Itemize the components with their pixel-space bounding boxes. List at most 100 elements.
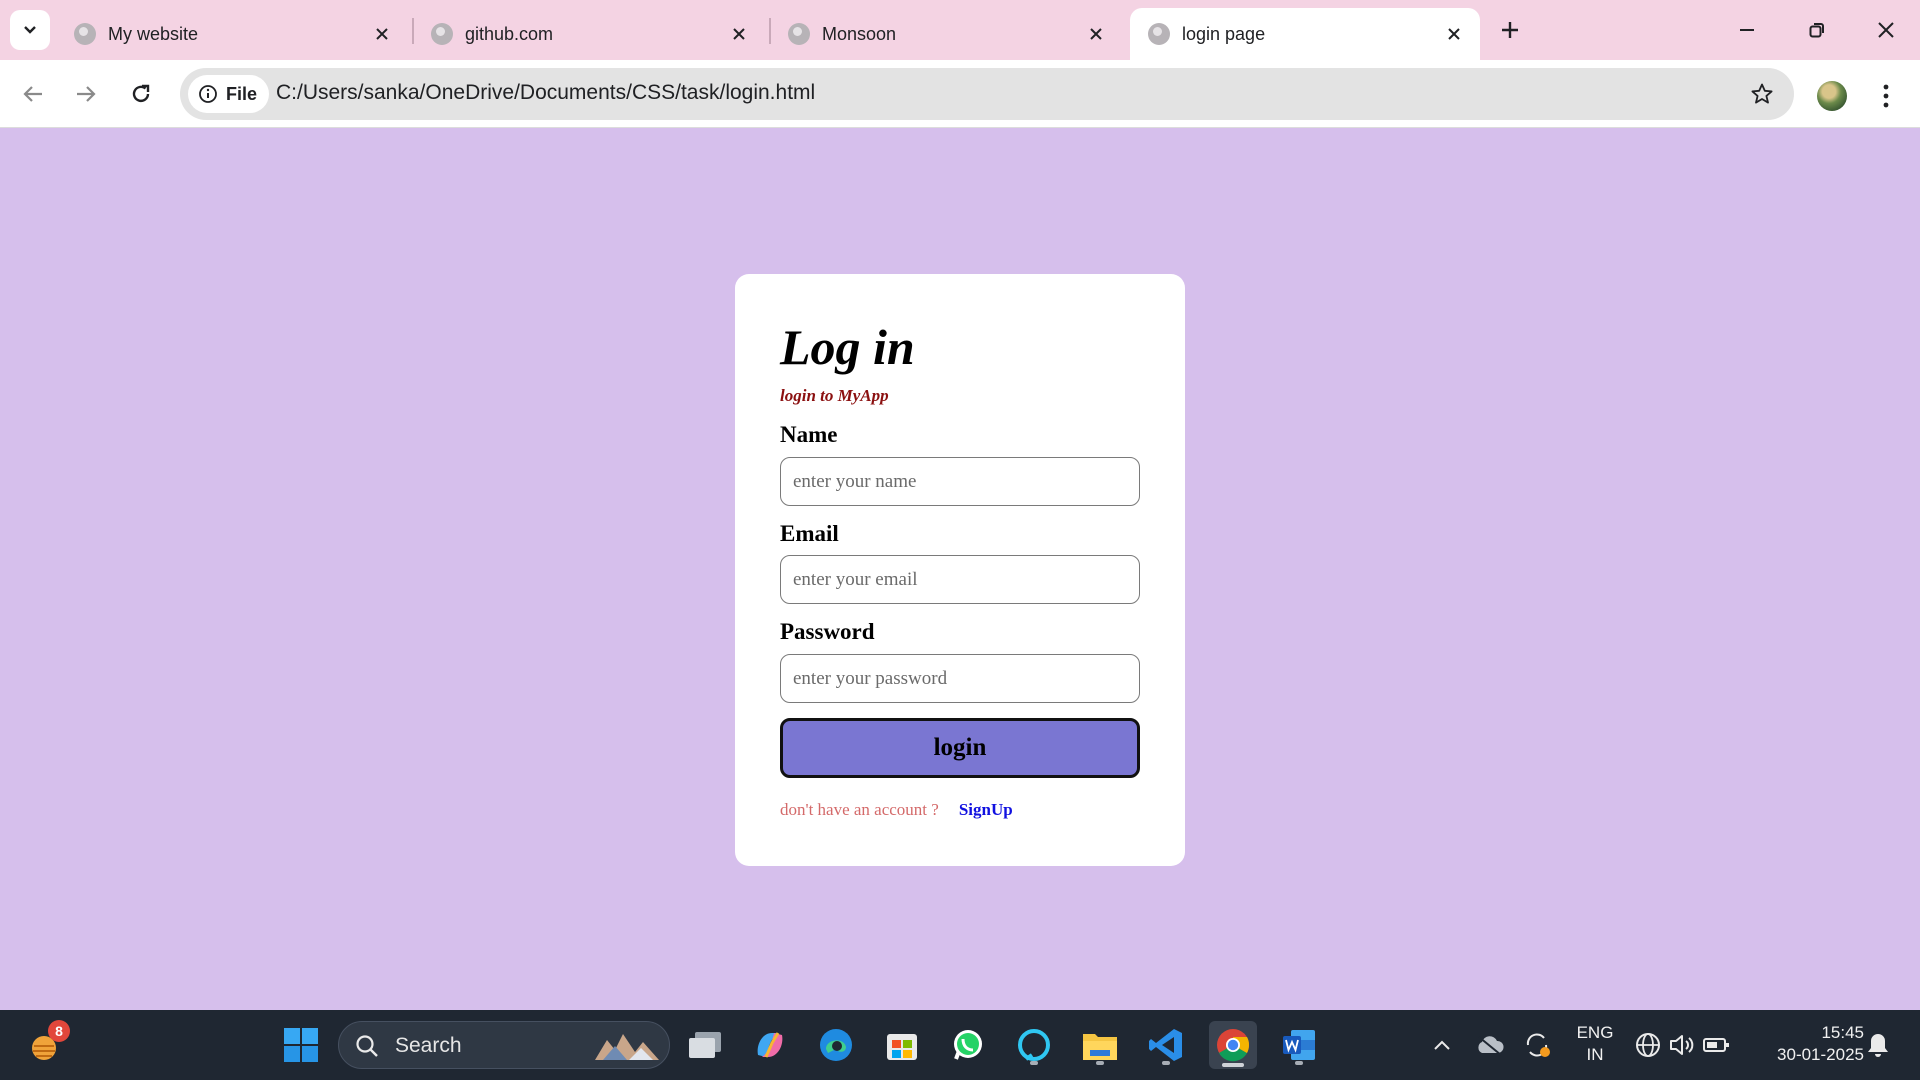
word-button[interactable] (1277, 1023, 1321, 1067)
tab-login-page[interactable]: login page (1130, 8, 1480, 60)
tab-title: login page (1182, 23, 1266, 44)
volume-icon (1670, 1035, 1694, 1055)
task-view-button[interactable] (683, 1023, 727, 1067)
chevron-up-icon (1434, 1040, 1450, 1050)
word-icon (1283, 1030, 1315, 1060)
whatsapp-icon (954, 1030, 982, 1060)
plus-icon (1502, 22, 1518, 38)
search-highlight-icon (595, 1034, 659, 1060)
subtitle: login to MyApp (780, 386, 889, 405)
tab-github[interactable]: github.com (413, 8, 765, 60)
chrome-button[interactable] (1209, 1021, 1257, 1069)
globe-icon (431, 23, 453, 45)
close-icon[interactable] (1442, 22, 1466, 46)
reload-button[interactable] (121, 74, 161, 114)
start-button[interactable] (279, 1023, 323, 1067)
sync-icon (1526, 1033, 1550, 1057)
name-label: Name (780, 422, 838, 447)
star-icon (1751, 83, 1773, 104)
alexa-button[interactable] (1012, 1023, 1056, 1067)
close-icon[interactable] (727, 22, 751, 46)
network-globe-icon (1636, 1033, 1660, 1057)
globe-icon (1148, 23, 1170, 45)
onedrive-tray-button[interactable] (1468, 1023, 1512, 1067)
minimize-icon (1740, 29, 1754, 31)
search-icon (356, 1035, 378, 1057)
copilot-icon (757, 1032, 783, 1058)
no-account-text: don't have an account ? (780, 800, 939, 819)
password-label: Password (780, 619, 875, 644)
show-hidden-icons-button[interactable] (1420, 1023, 1464, 1067)
profile-avatar[interactable] (1817, 81, 1847, 111)
email-label: Email (780, 521, 839, 546)
store-button[interactable] (880, 1023, 924, 1067)
running-indicator (1030, 1061, 1038, 1065)
edge-button[interactable] (814, 1023, 858, 1067)
info-icon (199, 85, 217, 103)
search-label: Search (395, 1034, 462, 1057)
region-code: IN (1586, 1045, 1604, 1064)
restore-button[interactable] (1797, 10, 1837, 50)
notifications-button[interactable] (1858, 1023, 1898, 1067)
notification-badge: 8 (48, 1020, 70, 1042)
vscode-button[interactable] (1144, 1023, 1188, 1067)
signup-link[interactable]: SignUp (959, 800, 1013, 820)
site-info-chip[interactable]: File (188, 75, 270, 113)
clock[interactable]: 15:45 30-01-2025 (1752, 1022, 1864, 1066)
bookmark-button[interactable] (1748, 80, 1776, 108)
task-view-icon (689, 1032, 721, 1058)
close-window-button[interactable] (1866, 10, 1906, 50)
address-bar[interactable]: File C:/Users/sanka/OneDrive/Documents/C… (180, 68, 1794, 120)
close-icon (1878, 22, 1894, 38)
signup-row: don't have an account ? SignUp (780, 800, 1013, 820)
onedrive-cloud-icon (1478, 1036, 1504, 1056)
close-icon[interactable] (1084, 22, 1108, 46)
copilot-button[interactable] (748, 1023, 792, 1067)
new-tab-button[interactable] (1494, 12, 1526, 48)
tab-title: github.com (465, 23, 554, 44)
name-input[interactable] (780, 457, 1140, 506)
alexa-icon (1018, 1029, 1050, 1061)
language-code: ENG (1576, 1023, 1614, 1042)
globe-icon (74, 23, 96, 45)
tab-monsoon[interactable]: Monsoon (770, 8, 1122, 60)
sync-tray-button[interactable] (1516, 1023, 1560, 1067)
battery-icon (1703, 1038, 1729, 1052)
file-explorer-icon (1083, 1034, 1117, 1060)
chevron-down-icon (24, 26, 36, 34)
tab-search-button[interactable] (10, 10, 50, 50)
login-card: Log in login to MyApp Name Email Passwor… (735, 274, 1185, 866)
file-explorer-button[interactable] (1078, 1023, 1122, 1067)
running-indicator (1295, 1061, 1303, 1065)
bell-icon (1868, 1034, 1888, 1057)
active-indicator (1222, 1063, 1244, 1067)
back-button[interactable] (13, 74, 53, 114)
login-button[interactable]: login (780, 718, 1140, 778)
vscode-icon (1149, 1029, 1182, 1061)
tab-my-website[interactable]: My website (56, 8, 408, 60)
site-chip-label: File (226, 83, 258, 104)
running-indicator (1162, 1061, 1170, 1065)
email-input[interactable] (780, 555, 1140, 604)
forward-button[interactable] (66, 74, 106, 114)
restore-icon (1809, 23, 1824, 38)
reload-icon (132, 84, 150, 103)
language-indicator[interactable]: ENG IN (1570, 1022, 1620, 1066)
chrome-icon (1217, 1029, 1250, 1062)
taskbar-search[interactable]: Search (338, 1021, 670, 1069)
password-input[interactable] (780, 654, 1140, 703)
tab-title: My website (108, 23, 199, 44)
browser-toolbar: File C:/Users/sanka/OneDrive/Documents/C… (0, 60, 1920, 128)
windows-icon (284, 1028, 318, 1062)
globe-icon (788, 23, 810, 45)
whatsapp-button[interactable] (946, 1023, 990, 1067)
close-icon[interactable] (370, 22, 394, 46)
url-text[interactable]: C:/Users/sanka/OneDrive/Documents/CSS/ta… (276, 81, 815, 105)
quick-settings-button[interactable] (1630, 1023, 1734, 1067)
arrow-right-icon (77, 86, 96, 102)
minimize-button[interactable] (1727, 10, 1767, 50)
clock-time: 15:45 (1821, 1023, 1864, 1042)
tab-strip: My website github.com Monsoon login page (0, 0, 1920, 60)
browser-menu-button[interactable] (1873, 78, 1899, 114)
tab-title: Monsoon (822, 23, 897, 44)
